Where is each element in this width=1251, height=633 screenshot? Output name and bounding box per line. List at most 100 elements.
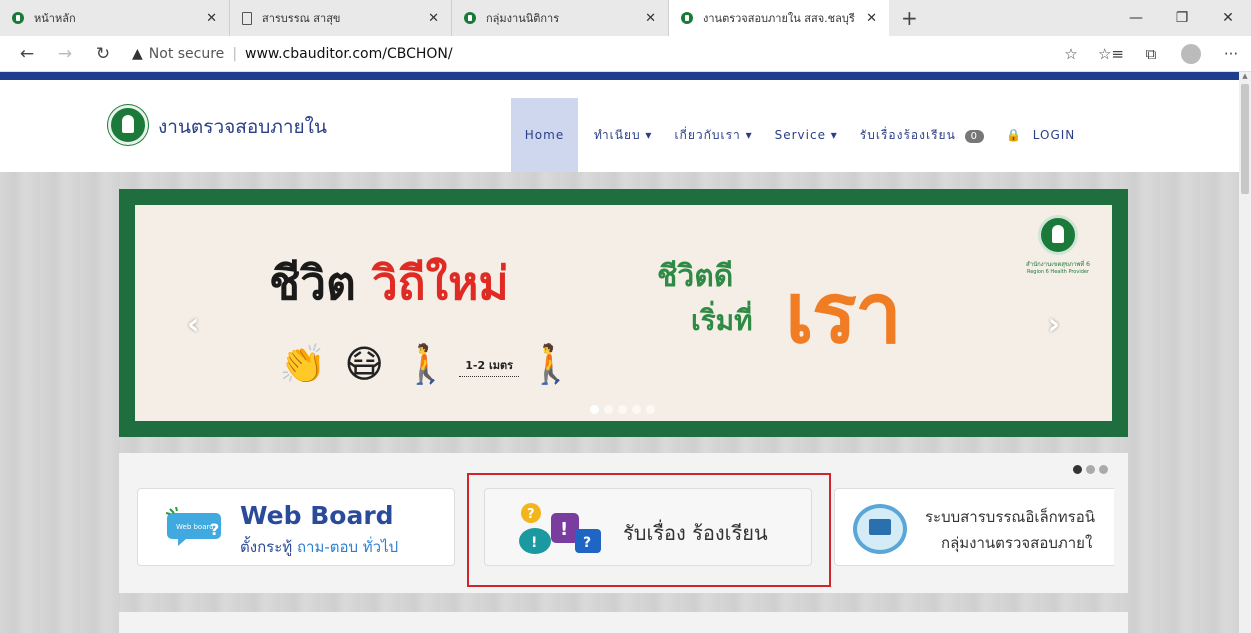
menu-complaints-label: รับเรื่องร้องเรียน <box>859 127 956 142</box>
slide-headline-a: ชีวิต <box>269 256 356 310</box>
webboard-subtitle: ตั้งกระทู้ ถาม-ตอบ ทั่วไป <box>240 535 398 559</box>
menu-service[interactable]: Service ▾ <box>775 128 838 142</box>
close-window-button[interactable]: ✕ <box>1205 0 1251 36</box>
tab-title: สารบรรณ สาสุข <box>262 12 341 25</box>
favorite-star-icon[interactable]: ☆ <box>1051 45 1091 63</box>
address-bar: ← → ↻ ▲ Not secure | www.cbauditor.com/C… <box>0 36 1251 72</box>
scroll-up-icon[interactable]: ▲ <box>1239 72 1251 80</box>
security-status[interactable]: Not secure <box>149 46 225 62</box>
slide-right-line2: เริ่มที่ <box>691 304 753 337</box>
menu-login[interactable]: 🔒 LOGIN <box>1006 128 1075 142</box>
moph-logo-icon[interactable] <box>108 105 148 145</box>
slider-dot[interactable] <box>646 405 655 414</box>
carousel-dots <box>1069 465 1108 474</box>
saraban-card[interactable]: ระบบสารบรรณอิเล็กทรอนิ กลุ่มงานตรวจสอบภา… <box>834 488 1114 566</box>
slide-right-big: เรา <box>785 264 902 362</box>
close-icon[interactable]: ✕ <box>645 11 656 26</box>
toolbar-icons: ☆ ☆≡ ⧉ ··· <box>1051 43 1251 64</box>
moph-favicon-icon <box>12 12 24 24</box>
forward-button[interactable]: → <box>46 44 84 64</box>
person-walking-icon: 🚶 <box>401 342 450 386</box>
slider-dot[interactable] <box>604 405 613 414</box>
slider-prev-button[interactable]: ‹ <box>187 307 199 342</box>
moph-seal-icon <box>1038 215 1078 255</box>
slide-right-line1: ชีวิตดี <box>657 259 734 294</box>
browser-tab-strip: หน้าหลัก ✕ สารบรรณ สาสุข ✕ กลุ่มงานนิติก… <box>0 0 1251 36</box>
tab-title: หน้าหลัก <box>34 12 76 25</box>
slider-dot[interactable] <box>590 405 599 414</box>
moph-favicon-icon <box>464 12 476 24</box>
menu-login-label: LOGIN <box>1032 128 1076 142</box>
brand-line-1: สำนักงานเขตสุขภาพที่ 6 <box>1026 261 1090 268</box>
webboard-badge-text: Web board <box>176 523 214 531</box>
window-controls: — ❐ ✕ <box>1113 0 1251 36</box>
url-field[interactable]: ▲ Not secure | www.cbauditor.com/CBCHON/ <box>132 46 1051 62</box>
webboard-sub-a: ตั้งกระทู้ <box>240 538 293 556</box>
tab-saraban[interactable]: สารบรรณ สาสุข ✕ <box>230 0 452 36</box>
page-scrollbar[interactable]: ▲ <box>1239 72 1251 633</box>
webboard-title: Web Board <box>240 501 394 530</box>
banner-slider: ชีวิต วิถีใหม่ 👏 😷 🚶 1-2 เมตร 🚶 ชีวิตดี … <box>119 189 1128 437</box>
url-separator: | <box>232 45 238 62</box>
webboard-sub-c: ทั่วไป <box>362 538 399 556</box>
complaints-count-badge: 0 <box>964 129 984 143</box>
moph-favicon-icon <box>681 12 693 24</box>
face-mask-icon: 😷 <box>344 342 384 386</box>
slider-dot[interactable] <box>618 405 627 414</box>
lock-icon: 🔒 <box>1005 128 1022 142</box>
avatar <box>1181 43 1201 64</box>
close-icon[interactable]: ✕ <box>206 11 217 26</box>
slide-headline-b: วิถีใหม่ <box>371 256 509 310</box>
tab-audit-active[interactable]: งานตรวจสอบภายใน สสจ.ชลบุรี ✕ <box>669 0 889 36</box>
document-icon <box>242 11 252 25</box>
carousel-dot[interactable] <box>1086 465 1095 474</box>
webboard-sub-b: ถาม-ตอบ <box>296 538 359 556</box>
collections-icon[interactable]: ⧉ <box>1131 45 1171 63</box>
close-icon[interactable]: ✕ <box>866 11 877 26</box>
highlight-box <box>467 473 831 587</box>
main-menu: Home ทำเนียบ ▾ เกี่ยวกับเรา ▾ Service ▾ … <box>511 98 1097 172</box>
slider-dot[interactable] <box>632 405 641 414</box>
carousel-dot[interactable] <box>1073 465 1082 474</box>
menu-registry[interactable]: ทำเนียบ ▾ <box>594 126 652 145</box>
person-walking-icon: 🚶 <box>527 342 575 386</box>
monitor-icon <box>853 504 907 554</box>
close-icon[interactable]: ✕ <box>428 11 439 26</box>
menu-home[interactable]: Home <box>511 98 578 172</box>
speech-bubble-icon: Web board ? <box>166 507 221 546</box>
tab-title: กลุ่มงานนิติการ <box>486 12 560 25</box>
site-title[interactable]: งานตรวจสอบภายใน <box>158 112 327 142</box>
tab-title: งานตรวจสอบภายใน สสจ.ชลบุรี <box>703 12 855 25</box>
saraban-line-1: ระบบสารบรรณอิเล็กทรอนิ <box>925 508 1095 526</box>
menu-about[interactable]: เกี่ยวกับเรา ▾ <box>674 126 752 145</box>
slide-brand: สำนักงานเขตสุขภาพที่ 6 Region 6 Health P… <box>1018 215 1098 275</box>
slider-dots <box>590 405 660 414</box>
slide-headline: ชีวิต วิถีใหม่ <box>269 247 509 320</box>
webboard-card[interactable]: Web board ? Web Board ตั้งกระทู้ ถาม-ตอบ… <box>137 488 455 566</box>
scrollbar-thumb[interactable] <box>1241 84 1249 194</box>
top-color-bar <box>0 72 1239 80</box>
slide-icon-row: 👏 😷 🚶 1-2 เมตร 🚶 <box>279 345 592 383</box>
restore-button[interactable]: ❐ <box>1159 0 1205 36</box>
brand-line-2: Region 6 Health Provider <box>1026 269 1090 275</box>
more-menu-icon[interactable]: ··· <box>1211 45 1251 63</box>
back-button[interactable]: ← <box>8 44 46 64</box>
refresh-button[interactable]: ↻ <box>84 44 122 64</box>
distance-label: 1-2 เมตร <box>459 356 520 377</box>
tab-home[interactable]: หน้าหลัก ✕ <box>0 0 230 36</box>
minimize-button[interactable]: — <box>1113 0 1159 36</box>
url-text[interactable]: www.cbauditor.com/CBCHON/ <box>245 46 453 62</box>
banner-slide[interactable]: ชีวิต วิถีใหม่ 👏 😷 🚶 1-2 เมตร 🚶 ชีวิตดี … <box>135 205 1112 421</box>
warning-icon[interactable]: ▲ <box>132 46 143 62</box>
carousel-dot[interactable] <box>1099 465 1108 474</box>
svg-text:?: ? <box>210 520 219 539</box>
saraban-line-2: กลุ่มงานตรวจสอบภายใ <box>941 534 1093 552</box>
slider-next-button[interactable]: › <box>1048 307 1060 342</box>
profile-button[interactable] <box>1171 43 1211 64</box>
handwash-icon: 👏 <box>279 342 327 386</box>
menu-complaints[interactable]: รับเรื่องร้องเรียน 0 <box>860 126 984 145</box>
favorites-icon[interactable]: ☆≡ <box>1091 45 1131 63</box>
tab-legal[interactable]: กลุ่มงานนิติการ ✕ <box>452 0 669 36</box>
new-tab-button[interactable]: + <box>889 6 930 30</box>
site-header: งานตรวจสอบภายใน Home ทำเนียบ ▾ เกี่ยวกับ… <box>0 80 1239 172</box>
